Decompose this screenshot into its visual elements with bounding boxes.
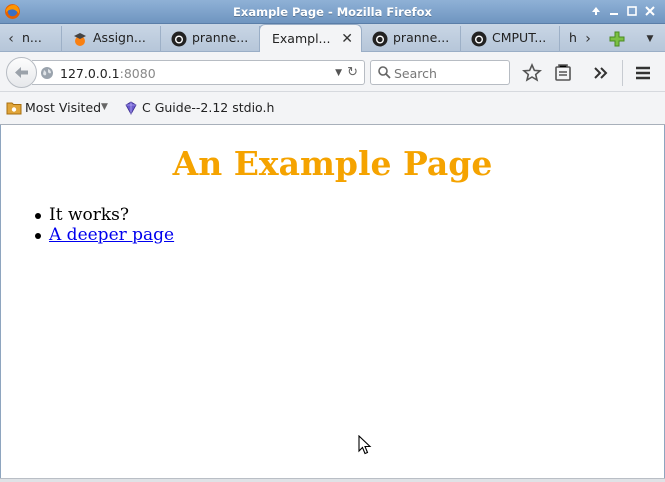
tab-assignment[interactable]: Assign... bbox=[62, 26, 161, 52]
url-text[interactable]: 127.0.0.1:8080 bbox=[60, 66, 156, 81]
list-item: It works? bbox=[34, 205, 174, 225]
tab-label: pranne... bbox=[393, 30, 450, 45]
tabs-scroll-right-button[interactable]: › bbox=[578, 26, 598, 52]
list-item: A deeper page bbox=[34, 225, 174, 245]
tab-label: Exampl... bbox=[272, 31, 331, 46]
tab-1[interactable]: n... bbox=[20, 26, 62, 52]
reload-icon[interactable]: ↻ bbox=[347, 65, 358, 80]
tab-label: n... bbox=[22, 30, 42, 45]
navigation-toolbar: 127.0.0.1:8080 ▼ ↻ bbox=[0, 52, 665, 92]
window-minimize-icon[interactable] bbox=[607, 4, 621, 18]
tab-list-dropdown[interactable]: ▼ bbox=[640, 26, 660, 52]
tab-label: pranne... bbox=[192, 30, 249, 45]
hamburger-menu-icon[interactable] bbox=[633, 63, 653, 83]
chevron-down-icon: ▼ bbox=[101, 102, 108, 112]
folder-icon bbox=[6, 102, 22, 115]
window-maximize-icon[interactable] bbox=[625, 4, 639, 18]
back-button[interactable] bbox=[6, 57, 37, 88]
tab-label: Assign... bbox=[93, 30, 146, 45]
bookmarks-toolbar: Most Visited ▼ C Guide--2.12 stdio.h bbox=[0, 92, 665, 125]
deeper-page-link[interactable]: A deeper page bbox=[49, 225, 174, 245]
search-bar[interactable] bbox=[370, 60, 510, 85]
bookmark-star-icon[interactable] bbox=[522, 63, 542, 83]
url-history-dropdown-icon[interactable]: ▼ bbox=[335, 68, 342, 78]
tab-strip: ‹ n... Assign... pranne... Exampl... ✕ p… bbox=[0, 24, 665, 53]
page-list: It works? A deeper page bbox=[34, 205, 174, 245]
moodle-icon bbox=[74, 33, 86, 46]
tab-label: CMPUT... bbox=[492, 30, 547, 45]
overflow-chevron-icon[interactable] bbox=[591, 63, 611, 83]
search-icon bbox=[378, 66, 391, 79]
page-content: An Example Page It works? A deeper page bbox=[1, 126, 664, 478]
page-heading: An Example Page bbox=[172, 144, 493, 183]
bookmark-label: C Guide--2.12 stdio.h bbox=[142, 100, 275, 115]
new-tab-plus-icon[interactable] bbox=[608, 30, 626, 48]
window-bottom-edge bbox=[0, 478, 665, 482]
back-arrow-icon bbox=[15, 67, 28, 78]
github-icon bbox=[372, 31, 388, 47]
tab-github-2[interactable]: pranne... bbox=[362, 26, 461, 52]
list-item-text: It works? bbox=[49, 205, 130, 225]
search-input[interactable] bbox=[394, 64, 504, 82]
window-titlebar: Example Page - Mozilla Firefox bbox=[0, 0, 665, 24]
window-close-icon[interactable] bbox=[643, 4, 657, 18]
window-title: Example Page - Mozilla Firefox bbox=[233, 5, 432, 19]
gem-icon bbox=[125, 101, 137, 115]
bookmark-label: Most Visited bbox=[25, 100, 102, 115]
toolbar-separator bbox=[622, 60, 623, 86]
mouse-cursor-icon bbox=[358, 435, 372, 455]
github-icon bbox=[471, 31, 487, 47]
url-bar[interactable]: 127.0.0.1:8080 ▼ ↻ bbox=[32, 60, 365, 85]
close-tab-icon[interactable]: ✕ bbox=[341, 31, 353, 47]
window-up-icon[interactable] bbox=[589, 4, 603, 18]
tab-label: h bbox=[569, 30, 577, 45]
tab-example-active[interactable]: Exampl... ✕ bbox=[259, 24, 362, 53]
tabs-scroll-left-button[interactable]: ‹ bbox=[1, 26, 21, 52]
globe-icon bbox=[41, 67, 53, 79]
tab-github-3[interactable]: CMPUT... bbox=[461, 26, 560, 52]
github-icon bbox=[171, 31, 187, 47]
tab-overflow[interactable]: h bbox=[560, 26, 580, 52]
bookmarks-menu-icon[interactable] bbox=[553, 63, 573, 83]
tab-github-1[interactable]: pranne... bbox=[161, 26, 260, 52]
